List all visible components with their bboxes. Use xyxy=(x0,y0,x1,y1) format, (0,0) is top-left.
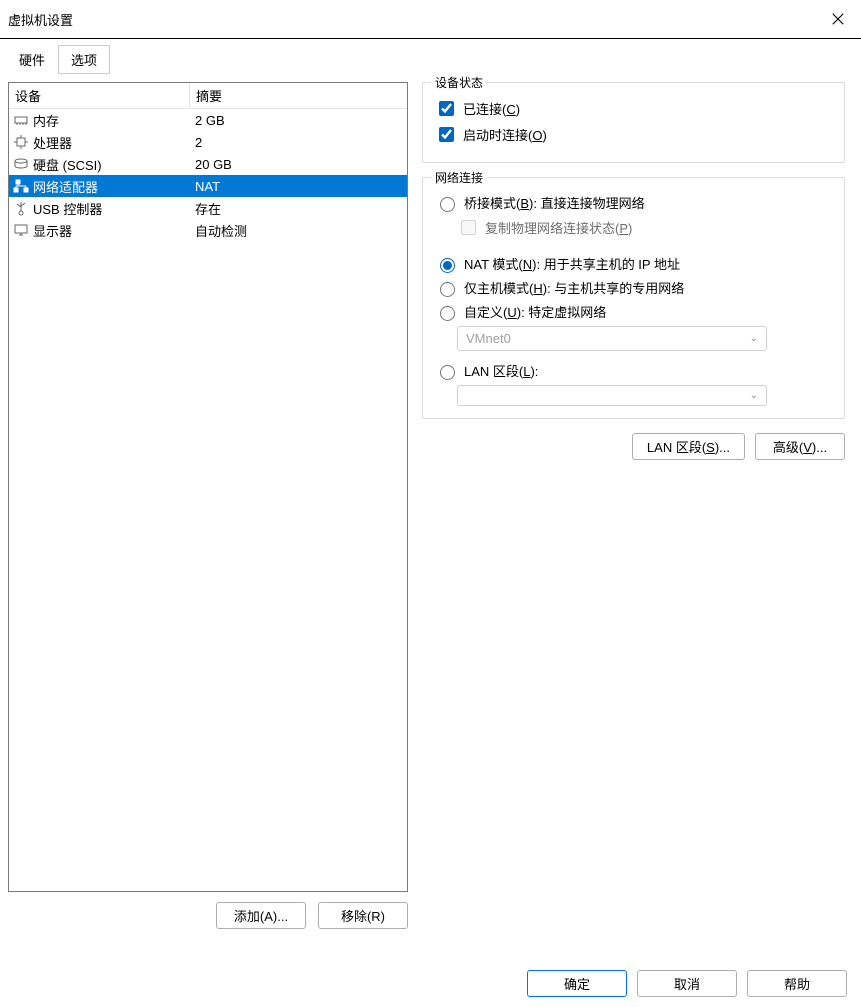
lanseg-radio-row[interactable]: LAN 区段(L): xyxy=(435,361,832,380)
lan-segments-button[interactable]: LAN 区段(S)... xyxy=(632,433,745,460)
bridged-radio[interactable] xyxy=(440,197,455,212)
ok-button[interactable]: 确定 xyxy=(527,970,627,997)
right-buttons: LAN 区段(S)... 高级(V)... xyxy=(422,433,845,460)
device-status-legend: 设备状态 xyxy=(431,74,487,91)
add-button[interactable]: 添加(A)... xyxy=(216,902,306,929)
hostonly-label: 仅主机模式(H): 与主机共享的专用网络 xyxy=(464,278,684,297)
lanseg-label: LAN 区段(L): xyxy=(464,361,538,380)
nat-label: NAT 模式(N): 用于共享主机的 IP 地址 xyxy=(464,254,680,273)
replicate-checkbox xyxy=(461,220,476,235)
device-list-header: 设备 摘要 xyxy=(9,83,407,109)
device-summary: NAT xyxy=(189,179,407,194)
device-row-usb[interactable]: USB 控制器 存在 xyxy=(9,197,407,219)
device-list: 设备 摘要 内存 2 GB 处理器 2 硬盘 (SCSI) 20 GB 网络适配… xyxy=(8,82,408,892)
header-summary[interactable]: 摘要 xyxy=(189,83,407,108)
device-summary: 存在 xyxy=(189,199,407,218)
device-name: 内存 xyxy=(33,111,189,130)
tab-hardware[interactable]: 硬件 xyxy=(6,45,58,74)
device-summary: 2 GB xyxy=(189,113,407,128)
device-name: 网络适配器 xyxy=(33,177,189,196)
left-panel: 设备 摘要 内存 2 GB 处理器 2 硬盘 (SCSI) 20 GB 网络适配… xyxy=(8,82,408,929)
titlebar: 虚拟机设置 xyxy=(0,0,861,38)
custom-vmnet-value: VMnet0 xyxy=(466,331,511,346)
device-name: 显示器 xyxy=(33,221,189,240)
custom-vmnet-select: VMnet0 ⌄ xyxy=(457,326,767,351)
chevron-down-icon: ⌄ xyxy=(750,390,758,401)
nat-radio-row[interactable]: NAT 模式(N): 用于共享主机的 IP 地址 xyxy=(435,254,832,273)
bridged-label: 桥接模式(B): 直接连接物理网络 xyxy=(464,193,645,212)
device-row-memory[interactable]: 内存 2 GB xyxy=(9,109,407,131)
custom-label: 自定义(U): 特定虚拟网络 xyxy=(464,302,606,321)
hostonly-radio[interactable] xyxy=(440,282,455,297)
connected-checkbox[interactable] xyxy=(439,101,454,116)
bridged-radio-row[interactable]: 桥接模式(B): 直接连接物理网络 xyxy=(435,193,832,212)
hostonly-radio-row[interactable]: 仅主机模式(H): 与主机共享的专用网络 xyxy=(435,278,832,297)
custom-radio-row[interactable]: 自定义(U): 特定虚拟网络 xyxy=(435,302,832,321)
disk-icon xyxy=(13,156,29,172)
left-buttons: 添加(A)... 移除(R) xyxy=(8,892,408,929)
network-icon xyxy=(13,178,29,194)
device-name: 硬盘 (SCSI) xyxy=(33,155,189,174)
lanseg-radio[interactable] xyxy=(440,365,455,380)
window-title: 虚拟机设置 xyxy=(8,10,73,29)
tab-options[interactable]: 选项 xyxy=(58,45,110,74)
connect-poweron-label: 启动时连接(O) xyxy=(463,125,547,144)
connected-label: 已连接(C) xyxy=(463,99,520,118)
replicate-checkbox-row: 复制物理网络连接状态(P) xyxy=(457,217,832,238)
nat-radio[interactable] xyxy=(440,258,455,273)
tabs: 硬件 选项 xyxy=(0,39,861,74)
device-summary: 2 xyxy=(189,135,407,150)
close-icon xyxy=(831,12,845,26)
device-row-display[interactable]: 显示器 自动检测 xyxy=(9,219,407,241)
content: 设备 摘要 内存 2 GB 处理器 2 硬盘 (SCSI) 20 GB 网络适配… xyxy=(0,74,861,937)
connected-checkbox-row[interactable]: 已连接(C) xyxy=(435,98,832,119)
device-row-network[interactable]: 网络适配器 NAT xyxy=(9,175,407,197)
device-summary: 20 GB xyxy=(189,157,407,172)
remove-button[interactable]: 移除(R) xyxy=(318,902,408,929)
cpu-icon xyxy=(13,134,29,150)
chevron-down-icon: ⌄ xyxy=(750,333,758,344)
connect-poweron-checkbox[interactable] xyxy=(439,127,454,142)
network-connection-group: 网络连接 桥接模式(B): 直接连接物理网络 复制物理网络连接状态(P) NAT… xyxy=(422,177,845,419)
footer-buttons: 确定 取消 帮助 xyxy=(527,970,847,997)
device-name: 处理器 xyxy=(33,133,189,152)
right-panel: 设备状态 已连接(C) 启动时连接(O) 网络连接 桥接模式(B): 直接连接物… xyxy=(422,82,853,929)
help-button[interactable]: 帮助 xyxy=(747,970,847,997)
device-summary: 自动检测 xyxy=(189,221,407,240)
memory-icon xyxy=(13,112,29,128)
device-row-disk[interactable]: 硬盘 (SCSI) 20 GB xyxy=(9,153,407,175)
custom-radio[interactable] xyxy=(440,306,455,321)
display-icon xyxy=(13,222,29,238)
replicate-label: 复制物理网络连接状态(P) xyxy=(485,218,632,237)
network-connection-legend: 网络连接 xyxy=(431,169,487,186)
cancel-button[interactable]: 取消 xyxy=(637,970,737,997)
advanced-button[interactable]: 高级(V)... xyxy=(755,433,845,460)
connect-poweron-checkbox-row[interactable]: 启动时连接(O) xyxy=(435,124,832,145)
lanseg-select: ⌄ xyxy=(457,385,767,406)
header-device[interactable]: 设备 xyxy=(9,83,189,108)
device-row-cpu[interactable]: 处理器 2 xyxy=(9,131,407,153)
device-status-group: 设备状态 已连接(C) 启动时连接(O) xyxy=(422,82,845,163)
close-button[interactable] xyxy=(815,0,861,38)
device-name: USB 控制器 xyxy=(33,199,189,218)
usb-icon xyxy=(13,200,29,216)
